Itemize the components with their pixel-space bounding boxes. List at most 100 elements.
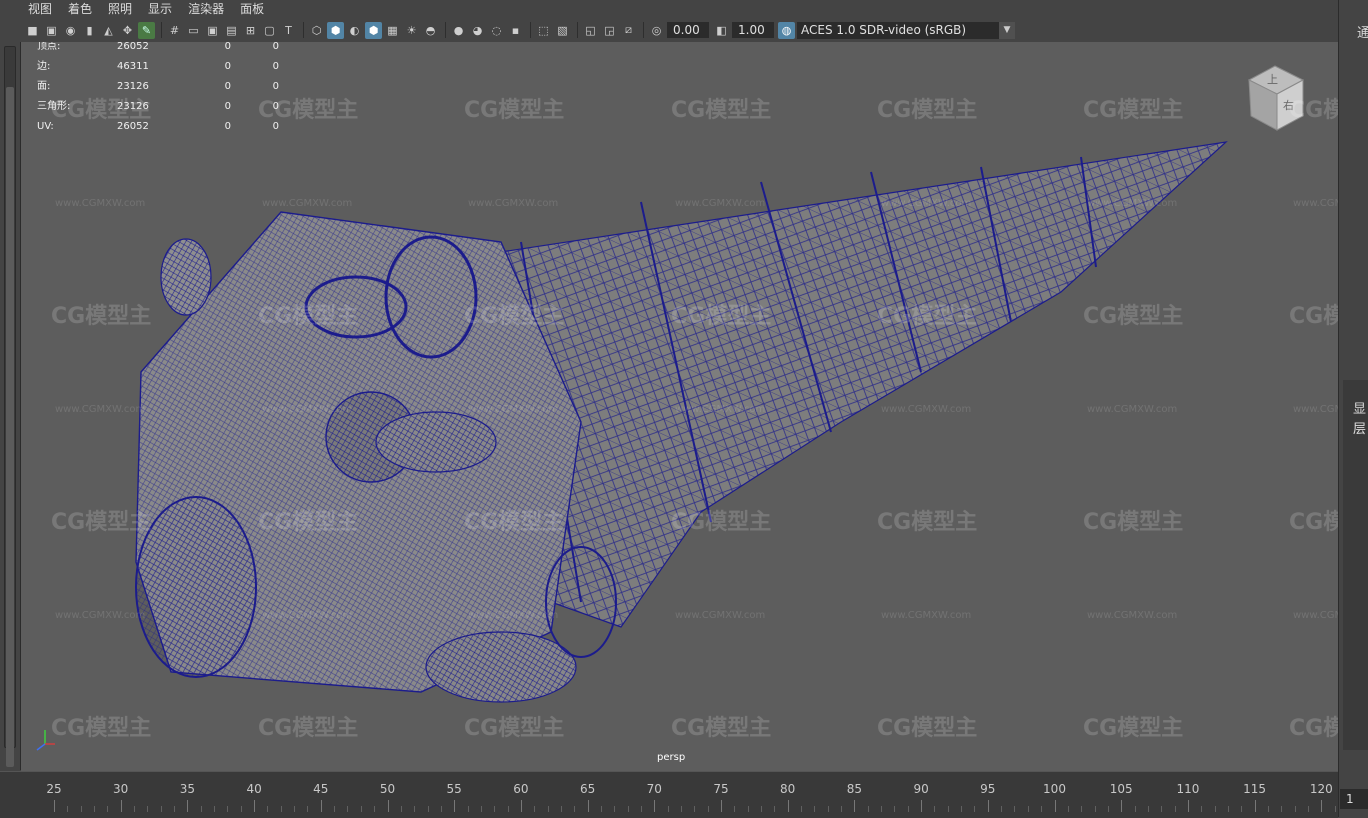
grease-pencil-icon[interactable]: ✎	[138, 21, 155, 39]
watermark-logo: CG模型主	[671, 98, 772, 123]
timeline-minor-tick	[1161, 806, 1163, 812]
gate-mask-icon[interactable]: ▤	[223, 22, 240, 39]
xray-active-icon[interactable]: ◲	[601, 22, 618, 39]
timeline-minor-tick	[280, 806, 282, 812]
watermark-logo: CG模型主	[51, 510, 152, 535]
depth-of-field-icon[interactable]: ▪	[507, 22, 524, 39]
exposure-field[interactable]: 0.00	[667, 22, 709, 38]
grid-icon[interactable]: #	[166, 22, 183, 39]
watermark-url: www.CGMXW.com	[1293, 198, 1338, 209]
timeline-minor-tick	[1014, 806, 1016, 812]
film-gate-icon[interactable]: ▭	[185, 22, 202, 39]
timeline-minor-tick	[227, 806, 229, 812]
view-cube-top-label[interactable]: 上	[1267, 71, 1278, 87]
timeline-tick-mark	[120, 800, 122, 812]
smooth-shade-icon[interactable]: ⬢	[327, 21, 344, 39]
current-frame-field[interactable]: 1	[1340, 789, 1368, 809]
timeline-minor-tick	[680, 806, 682, 812]
watermark-logo: CG模型主	[671, 716, 772, 741]
camera-lock-icon[interactable]: ▣	[43, 22, 60, 39]
timeline-minor-tick	[307, 806, 309, 812]
3d-viewport[interactable]: 上 右 顶点: 26052 0 0 边: 46311 0 0 面: 23126 0 0 三角形: 2…	[21, 42, 1338, 771]
timeline-tick-label: 80	[780, 782, 796, 796]
image-plane-icon[interactable]: ◭	[100, 22, 117, 39]
timeline-minor-tick	[1267, 806, 1269, 812]
bookmark-icon[interactable]: ▮	[81, 22, 98, 39]
timeline-minor-tick	[494, 806, 496, 812]
default-material-icon[interactable]: ◐	[346, 22, 363, 39]
menu-show[interactable]: 显示	[140, 0, 180, 18]
exposure-icon[interactable]: ◎	[648, 22, 665, 39]
camera-select-icon[interactable]: ■	[24, 22, 41, 39]
shadows-icon[interactable]: ◓	[422, 22, 439, 39]
resolution-gate-icon[interactable]: ▣	[204, 22, 221, 39]
menu-lighting[interactable]: 照明	[100, 0, 140, 18]
textured-icon[interactable]: ▦	[384, 22, 401, 39]
timeline-minor-tick	[507, 806, 509, 812]
color-space-dropdown[interactable]: ACES 1.0 SDR-video (sRGB) ▼	[797, 21, 1015, 39]
menu-shading[interactable]: 着色	[60, 0, 100, 18]
use-lights-icon[interactable]: ☀	[403, 22, 420, 39]
timeline-minor-tick	[160, 806, 162, 812]
gamma-field[interactable]: 1.00	[732, 22, 774, 38]
watermark-logo: CG模型主	[464, 716, 565, 741]
right-side-panel: 通 显 层	[1338, 0, 1368, 817]
timeline-minor-tick	[961, 806, 963, 812]
watermark-url: www.CGMXW.com	[262, 610, 353, 621]
time-slider[interactable]: 25 30 35 40 45 50 55 60 65 70 75 80 85 90 95 100 105 110 1…	[0, 771, 1338, 818]
watermark-logo: CG模型主	[877, 510, 978, 535]
watermark-logo: CG模型主	[51, 98, 152, 123]
watermark-logo: CG模型主	[51, 304, 152, 329]
timeline-tick-label: 75	[713, 782, 729, 796]
timeline-tick-label: 95	[980, 782, 996, 796]
wireframe-on-shaded-icon[interactable]: ⬢	[365, 21, 382, 39]
timeline-tick-label: 115	[1243, 782, 1267, 796]
safe-action-icon[interactable]: ▢	[261, 22, 278, 39]
timeline-tick-label: 25	[46, 782, 62, 796]
field-chart-icon[interactable]: ⊞	[242, 22, 259, 39]
hud-row-edges: 边: 46311 0 0	[37, 61, 279, 72]
timeline-minor-tick	[1281, 806, 1283, 812]
color-management-icon[interactable]: ◍	[778, 21, 795, 39]
timeline-tick-label: 60	[513, 782, 529, 796]
watermark-url: www.CGMXW.com	[675, 610, 766, 621]
two-d-pan-icon[interactable]: ✥	[119, 22, 136, 39]
panel-menubar: 视图 着色 照明 显示 渲染器 面板	[20, 0, 1338, 18]
wireframe-icon[interactable]: ⬡	[308, 22, 325, 39]
anti-aliasing-icon[interactable]: ◌	[488, 22, 505, 39]
timeline-tick-label: 100	[1043, 782, 1066, 796]
isolate-select-icon[interactable]: ⬚	[535, 22, 552, 39]
timeline-tick-label: 55	[446, 782, 462, 796]
timeline-minor-tick	[574, 806, 576, 812]
watermark-logo: CG模型主	[258, 304, 359, 329]
watermark-logo: CG模型主	[1289, 304, 1338, 329]
watermark-url: www.CGMXW.com	[881, 610, 972, 621]
gamma-icon[interactable]: ◧	[713, 22, 730, 39]
backface-cull-icon[interactable]: ⧄	[620, 22, 637, 39]
menu-view[interactable]: 视图	[20, 0, 60, 18]
safe-title-icon[interactable]: T	[280, 22, 297, 39]
timeline-minor-tick	[707, 806, 709, 812]
timeline-minor-tick	[934, 806, 936, 812]
timeline-tick-mark	[187, 800, 189, 812]
xray-icon[interactable]: ▧	[554, 22, 571, 39]
timeline-minor-tick	[200, 806, 202, 812]
timeline-minor-tick	[774, 806, 776, 812]
timeline-minor-tick	[240, 806, 242, 812]
timeline-minor-tick	[80, 806, 82, 812]
timeline-minor-tick	[1027, 806, 1029, 812]
motion-blur-icon[interactable]: ◕	[469, 22, 486, 39]
timeline-minor-tick	[414, 806, 416, 812]
watermark-logo: CG模型主	[877, 716, 978, 741]
ambient-occlusion-icon[interactable]: ●	[450, 22, 467, 39]
camera-attributes-icon[interactable]: ◉	[62, 22, 79, 39]
watermark-url: www.CGMXW.com	[468, 610, 559, 621]
timeline-minor-tick	[427, 806, 429, 812]
timeline-minor-tick	[747, 806, 749, 812]
chevron-down-icon[interactable]: ▼	[999, 21, 1015, 39]
timeline-minor-tick	[627, 806, 629, 812]
xray-joints-icon[interactable]: ◱	[582, 22, 599, 39]
menu-renderer[interactable]: 渲染器	[180, 0, 232, 18]
menu-panels[interactable]: 面板	[232, 0, 272, 18]
left-scrollbar[interactable]	[4, 46, 16, 767]
